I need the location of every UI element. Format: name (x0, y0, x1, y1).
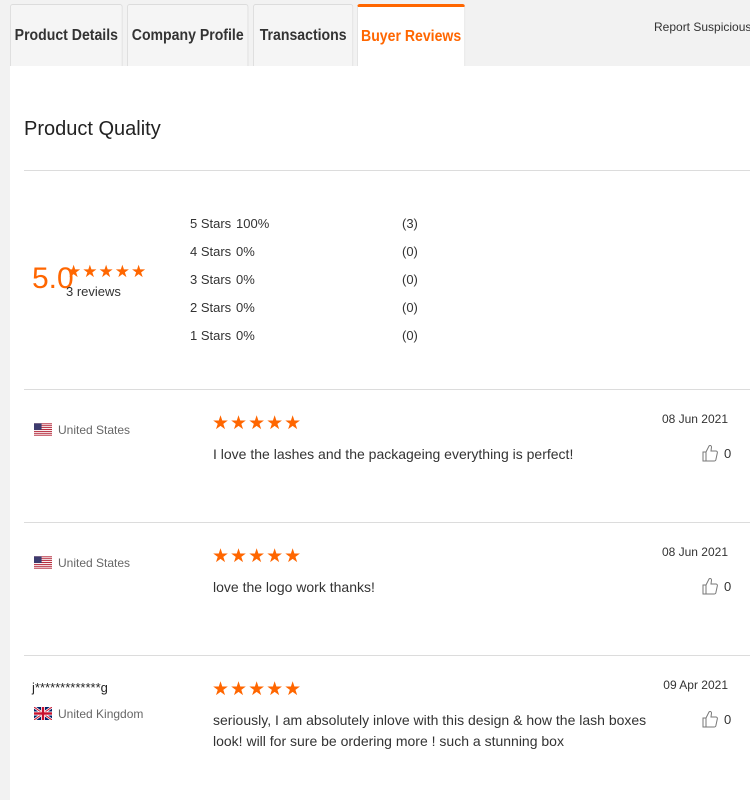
reviewer-name: j*************g (32, 680, 108, 695)
us-flag-icon (34, 423, 52, 436)
tab-product-details[interactable]: Product Details (10, 4, 123, 66)
tab-transactions[interactable]: Transactions (253, 4, 354, 66)
distribution-count: (0) (402, 244, 418, 259)
review-text: love the logo work thanks! (213, 579, 375, 595)
tab-company-profile[interactable]: Company Profile (127, 4, 249, 66)
like-count: 0 (724, 578, 732, 594)
report-suspicious-activity-link[interactable]: Report Suspicious Activ (654, 20, 750, 34)
distribution-label: 5 Stars (190, 216, 232, 231)
review-date: 09 Apr 2021 (663, 678, 728, 692)
distribution-percent: 0% (236, 300, 255, 315)
like-button[interactable]: 0 (702, 577, 731, 595)
distribution-label: 1 Stars (190, 328, 232, 343)
like-button[interactable]: 0 (702, 444, 731, 462)
distribution-count: (3) (402, 216, 418, 231)
tab-label: Transactions (259, 26, 347, 44)
thumbs-up-icon (702, 577, 718, 595)
distribution-percent: 0% (236, 328, 255, 343)
us-flag-icon (34, 556, 52, 569)
review-stars: ★★★★★ (212, 679, 303, 700)
distribution-label: 4 Stars (190, 244, 232, 259)
divider (24, 170, 750, 171)
distribution-percent: 0% (236, 244, 255, 259)
distribution-count: (0) (402, 272, 418, 287)
thumbs-up-icon (702, 710, 718, 728)
review-stars: ★★★★★ (212, 546, 303, 567)
distribution-count: (0) (402, 300, 418, 315)
review-date: 08 Jun 2021 (661, 545, 728, 559)
section-title: Product Quality (24, 118, 161, 140)
review-date: 08 Jun 2021 (661, 412, 728, 426)
reviewer-country: United States (58, 556, 131, 570)
distribution-label: 3 Stars (190, 272, 232, 287)
reviewer-country: United States (58, 423, 131, 437)
thumbs-up-icon (702, 444, 718, 462)
distribution-percent: 0% (236, 272, 255, 287)
uk-flag-icon (34, 707, 52, 720)
review-item: j*************g United Kingdom ★★★★★ ser… (10, 656, 750, 786)
tab-label: Product Details (14, 26, 118, 44)
like-count: 0 (724, 445, 732, 461)
review-stars: ★★★★★ (212, 413, 303, 434)
review-text: I love the lashes and the packageing eve… (213, 446, 574, 462)
average-stars: ★★★★★ (66, 262, 148, 281)
distribution-percent: 100% (236, 216, 270, 231)
tab-bar: Product Details Company Profile Transact… (0, 0, 750, 67)
review-item: United States ★★★★★ love the logo work t… (10, 523, 750, 653)
review-text: seriously, I am absolutely inlove with t… (213, 712, 647, 749)
tab-label: Company Profile (131, 26, 244, 44)
like-count: 0 (724, 711, 732, 727)
like-button[interactable]: 0 (702, 710, 731, 728)
review-item: United States ★★★★★ I love the lashes an… (10, 390, 750, 520)
distribution-label: 2 Stars (190, 300, 232, 315)
tab-buyer-reviews[interactable]: Buyer Reviews (357, 4, 466, 67)
reviews-panel: Product Quality 5.0 ★★★★★ 3 reviews 5 St… (10, 66, 750, 800)
reviewer-country: United Kingdom (58, 707, 144, 721)
review-count: 3 reviews (66, 284, 121, 299)
tab-label: Buyer Reviews (361, 28, 462, 45)
distribution-count: (0) (402, 328, 418, 343)
